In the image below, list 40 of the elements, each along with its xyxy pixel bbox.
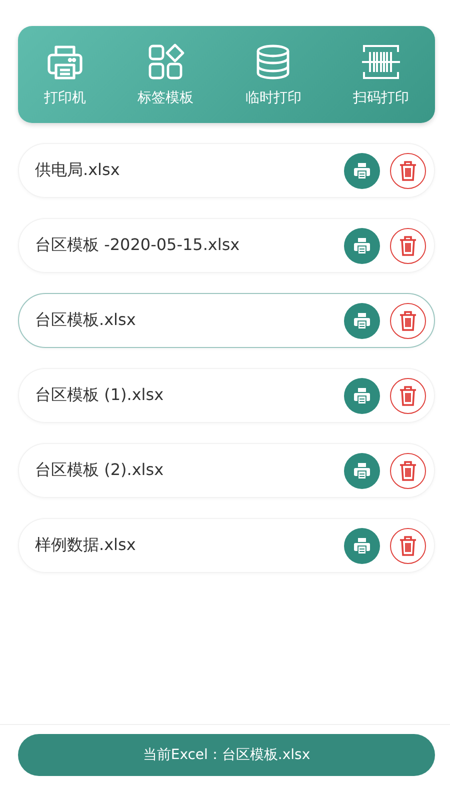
file-name: 台区模板 (2).xlsx xyxy=(35,460,165,481)
delete-button[interactable] xyxy=(390,528,426,564)
trash-icon xyxy=(398,234,418,256)
file-item[interactable]: 台区模板.xlsx xyxy=(18,293,435,348)
print-button[interactable] xyxy=(344,302,380,338)
print-button[interactable] xyxy=(344,452,380,488)
file-name: 台区模板 (1).xlsx xyxy=(35,385,165,406)
printer-icon xyxy=(352,460,372,480)
file-item[interactable]: 样例数据.xlsx xyxy=(18,518,435,573)
delete-button[interactable] xyxy=(390,452,426,488)
print-button[interactable] xyxy=(344,152,380,188)
barcode-icon xyxy=(362,42,400,80)
file-name: 样例数据.xlsx xyxy=(35,535,137,556)
printer-icon xyxy=(46,42,84,80)
delete-button[interactable] xyxy=(390,302,426,338)
file-item[interactable]: 台区模板 (1).xlsx xyxy=(18,368,435,423)
trash-icon xyxy=(398,534,418,556)
trash-icon xyxy=(398,160,418,182)
file-item[interactable]: 供电局.xlsx xyxy=(18,143,435,198)
file-name: 台区模板 -2020-05-15.xlsx xyxy=(35,235,241,256)
delete-button[interactable] xyxy=(390,152,426,188)
printer-icon xyxy=(352,386,372,406)
delete-button[interactable] xyxy=(390,378,426,414)
delete-button[interactable] xyxy=(390,228,426,264)
printer-icon xyxy=(352,236,372,256)
file-name: 台区模板.xlsx xyxy=(35,310,137,331)
print-button[interactable] xyxy=(344,528,380,564)
printer-icon xyxy=(352,310,372,330)
printer-icon xyxy=(352,160,372,180)
file-item[interactable]: 台区模板 (2).xlsx xyxy=(18,443,435,498)
print-button[interactable] xyxy=(344,378,380,414)
printer-icon xyxy=(352,536,372,556)
trash-icon xyxy=(398,310,418,332)
file-item[interactable]: 台区模板 -2020-05-15.xlsx xyxy=(18,218,435,273)
trash-icon xyxy=(398,384,418,406)
file-name: 供电局.xlsx xyxy=(35,160,121,181)
grid-icon xyxy=(146,42,185,80)
current-excel-button[interactable]: 当前Excel：台区模板.xlsx xyxy=(18,734,435,776)
trash-icon xyxy=(398,460,418,482)
print-button[interactable] xyxy=(344,228,380,264)
